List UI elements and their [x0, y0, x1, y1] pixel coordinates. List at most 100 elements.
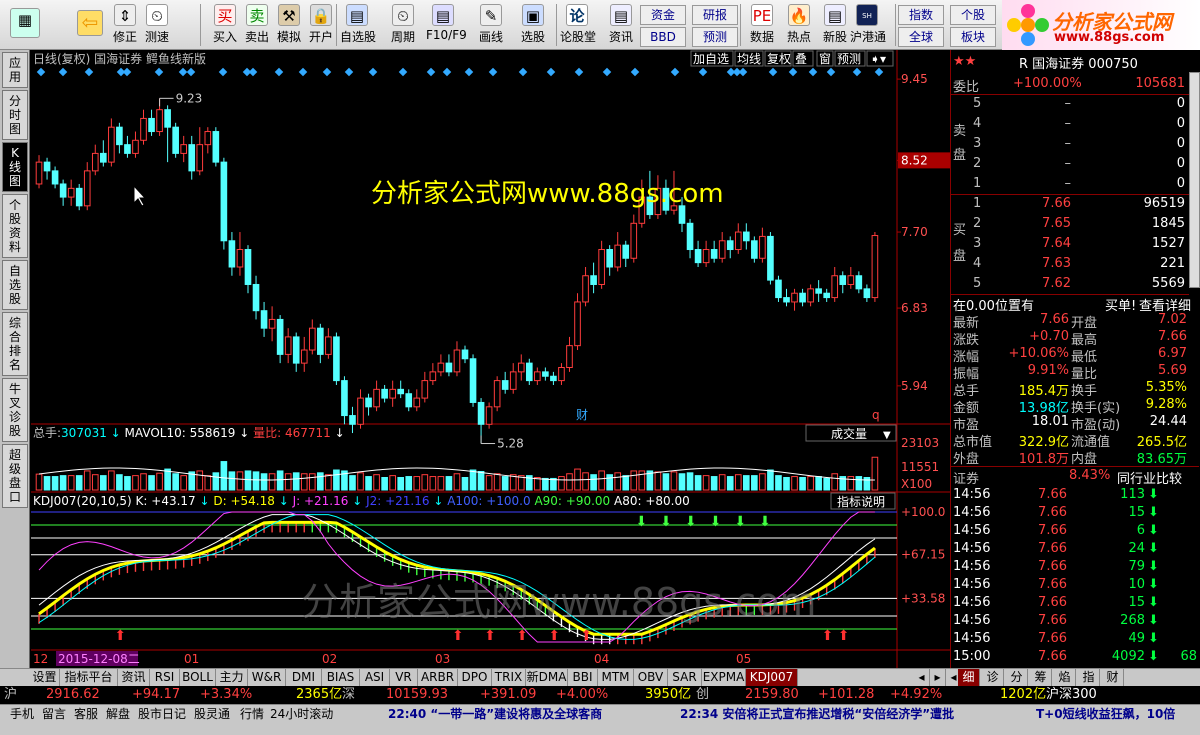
indicator-tab[interactable]: SAR: [668, 669, 702, 686]
volume-bar: [220, 461, 228, 491]
indicator-help-button[interactable]: 指标说明: [830, 492, 896, 510]
news-ticker[interactable]: 22:40 “一带一路”建设将惠及全球客商: [388, 707, 602, 723]
indicator-tab[interactable]: TRIX: [492, 669, 526, 686]
volume-bar: [654, 471, 662, 491]
toolbar-hammer-button[interactable]: ⚒ 模拟: [272, 2, 306, 48]
quote-scrollbar[interactable]: [1189, 72, 1200, 288]
quote-tab[interactable]: 焰: [1054, 669, 1076, 686]
indicator-tab[interactable]: 新DMA: [526, 669, 568, 686]
quote-tab[interactable]: 筹: [1030, 669, 1052, 686]
indicator-tab[interactable]: EXPMA: [702, 669, 746, 686]
indicator-tab[interactable]: VR: [390, 669, 418, 686]
quote-tab[interactable]: 分: [1006, 669, 1028, 686]
chart-button[interactable]: 复权: [764, 50, 792, 67]
toolbar-clock-button[interactable]: ⏲ 测速: [140, 2, 174, 48]
volume-bar: [863, 477, 871, 491]
toolbar-new-stock-button[interactable]: ▤ 新股: [818, 2, 852, 48]
volume-axis-label: X100: [901, 477, 932, 491]
status-item[interactable]: 客服: [74, 707, 98, 723]
status-item[interactable]: 股灵通: [194, 707, 230, 723]
toolbar-news-button[interactable]: ▤ 资讯: [604, 2, 638, 48]
indicator-tab[interactable]: DMI: [286, 669, 322, 686]
indicator-tab[interactable]: BIAS: [322, 669, 360, 686]
indicator-tab[interactable]: DPO: [458, 669, 492, 686]
chart-button[interactable]: 均线: [734, 50, 764, 67]
news-ticker[interactable]: 22:34 安倍将正式宣布推迟增税“安倍经济学”遭批: [680, 707, 954, 723]
scroll-left-icon[interactable]: ◂: [914, 669, 930, 686]
left-nav-item[interactable]: 个股资料: [2, 194, 28, 258]
quote-tab[interactable]: 指: [1078, 669, 1100, 686]
toolbar-forum-button[interactable]: 论论股堂: [560, 2, 596, 48]
toolbar-small-button[interactable]: 板块: [950, 27, 996, 47]
indicator-tab[interactable]: 资讯: [118, 669, 150, 686]
chart-button[interactable]: 窗: [816, 50, 834, 67]
toolbar-pen-button[interactable]: ✎ 画线: [474, 2, 508, 48]
toolbar-sell-button[interactable]: 卖卖出: [240, 2, 274, 48]
industry-compare-button[interactable]: 同行业比较: [1117, 468, 1182, 487]
toolbar-small-button[interactable]: 个股: [950, 5, 996, 25]
indicator-tab[interactable]: KDJ007: [746, 669, 798, 686]
status-item[interactable]: 24小时滚动: [270, 707, 333, 723]
toolbar-small-button[interactable]: 指数: [898, 5, 944, 25]
left-nav-item[interactable]: 牛叉诊股: [2, 378, 28, 442]
toolbar-up-down-button[interactable]: ⇕ 修正: [108, 2, 142, 48]
status-item[interactable]: 手机: [10, 707, 34, 723]
quote-tab[interactable]: 细: [958, 669, 980, 686]
toolbar-small-button[interactable]: 研报: [692, 5, 738, 25]
indicator-tab[interactable]: BOLL: [180, 669, 216, 686]
chart-button[interactable]: 加自选: [690, 50, 734, 67]
toolbar-buy-button[interactable]: 买买入: [208, 2, 242, 48]
indicator-tab[interactable]: W&R: [248, 669, 286, 686]
toolbar-f10-button[interactable]: ▤ F10/F9: [426, 2, 467, 48]
indicator-tab[interactable]: MTM: [598, 669, 634, 686]
status-item[interactable]: 行情: [240, 707, 264, 723]
indicator-tab[interactable]: ASI: [360, 669, 390, 686]
toolbar-small-button[interactable]: 预测: [692, 27, 738, 47]
toolbar-hk-connect-button[interactable]: SH HK 沪港通: [850, 2, 886, 48]
indicator-tab[interactable]: ARBR: [418, 669, 458, 686]
toolbar-small-button[interactable]: 全球: [898, 27, 944, 47]
toolbar-pe-data-button[interactable]: PE 数据: [745, 2, 779, 48]
chart-button-label: 叠: [795, 52, 807, 66]
toolbar-back-arrow-button[interactable]: ⇦: [70, 2, 110, 48]
left-nav-item[interactable]: 应用: [2, 52, 28, 88]
finance-marker[interactable]: 财: [576, 408, 588, 422]
left-nav-item[interactable]: 综合排名: [2, 312, 28, 376]
chart-menu-button[interactable]: ➧▾: [866, 50, 894, 67]
indicator-tab[interactable]: 设置: [30, 669, 60, 686]
toolbar-small-button[interactable]: BBD: [640, 27, 686, 47]
toolbar-lock-button[interactable]: 🔒 开户: [304, 2, 338, 48]
quote-tab[interactable]: 诊: [982, 669, 1004, 686]
toolbar-screen-button[interactable]: ▣ 选股: [516, 2, 550, 48]
news-ticker[interactable]: T+0短线收益狂飙，10倍: [1036, 707, 1175, 723]
indicator-tab[interactable]: BBI: [568, 669, 598, 686]
volume-bar: [445, 476, 453, 491]
indicator-tab[interactable]: RSI: [150, 669, 180, 686]
stock-chart[interactable]: 日线(复权) 国海证券 鳄鱼线新版 加自选 均线 复权叠窗预测 ➧▾ 9.45 8.52 7.…: [31, 50, 950, 668]
chart-button[interactable]: 叠: [792, 50, 814, 67]
left-nav-item[interactable]: 超级盘口: [2, 444, 28, 508]
indicator-tab[interactable]: 主力: [216, 669, 248, 686]
toolbar-period-clock-button[interactable]: ⏲ 周期: [386, 2, 420, 48]
index-cy-pct: +4.92%: [890, 687, 943, 702]
chart-button[interactable]: 预测: [834, 50, 866, 67]
toolbar-watchlist-button[interactable]: ▤ 自选股: [340, 2, 376, 48]
toolbar-hot-button[interactable]: 🔥 热点: [782, 2, 816, 48]
toolbar-small-button[interactable]: 资金: [640, 5, 686, 25]
indicator-tab[interactable]: 指标平台: [60, 669, 118, 686]
scroll-right-icon[interactable]: ▸: [930, 669, 946, 686]
quote-tab[interactable]: 财: [1102, 669, 1124, 686]
site-logo: 分析家公式网 www.88gs.com: [1002, 0, 1200, 50]
left-nav-item[interactable]: K线图: [2, 142, 28, 192]
indicator-tab[interactable]: OBV: [634, 669, 668, 686]
volume-bar: [734, 474, 742, 491]
status-item[interactable]: 留言: [42, 707, 66, 723]
price-axis-label: 6.83: [901, 301, 928, 315]
left-nav-item[interactable]: 自选股: [2, 260, 28, 310]
toolbar-layout-button[interactable]: ▦: [5, 2, 45, 48]
status-item[interactable]: 股市日记: [138, 707, 186, 723]
status-item[interactable]: 解盘: [106, 707, 130, 723]
status-bar: 手机 留言 客服 解盘 股市日记 股灵通 行情 24小时滚动 22:40 “一带一路”建设将惠及…: [0, 704, 1200, 735]
volume-dropdown[interactable]: 成交量 ▼: [805, 424, 897, 442]
left-nav-item[interactable]: 分时图: [2, 90, 28, 140]
